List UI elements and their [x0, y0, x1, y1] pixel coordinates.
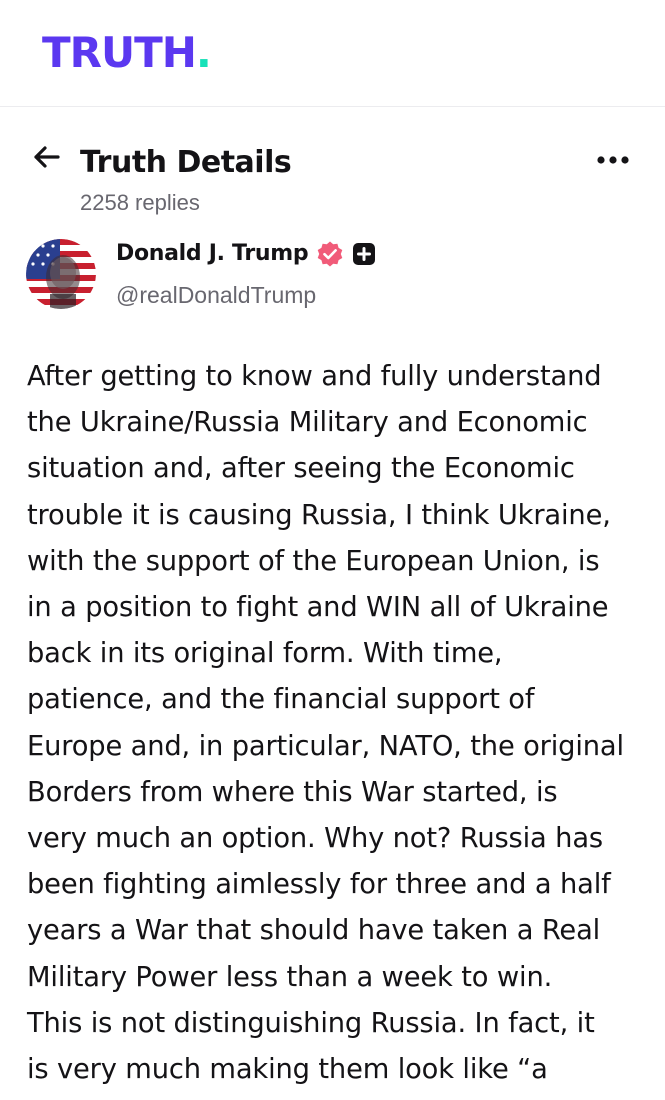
post-body-text: After getting to know and fully understa… — [27, 361, 624, 1086]
details-header: Truth Details 2258 replies — [0, 107, 665, 237]
plus-badge-icon — [352, 242, 376, 266]
truth-logo[interactable]: TRUTH. — [42, 28, 212, 77]
avatar[interactable] — [26, 239, 96, 309]
post-author: Donald J. Trump @realDonaldTrump — [0, 237, 665, 337]
back-button[interactable] — [26, 137, 66, 177]
author-name-row: Donald J. Trump — [116, 239, 376, 269]
top-bar: TRUTH. — [0, 0, 665, 107]
avatar-image — [26, 239, 96, 309]
logo-text: TRUTH — [42, 28, 197, 77]
more-horizontal-icon — [597, 156, 629, 164]
verified-badge-icon — [316, 240, 344, 268]
reply-count: 2258 replies — [80, 190, 200, 215]
arrow-left-icon — [34, 146, 60, 168]
logo-dot: . — [195, 28, 212, 77]
page-title: Truth Details — [80, 145, 292, 180]
author-name[interactable]: Donald J. Trump — [116, 239, 309, 269]
more-options-button[interactable] — [591, 145, 635, 175]
author-handle[interactable]: @realDonaldTrump — [116, 281, 316, 309]
